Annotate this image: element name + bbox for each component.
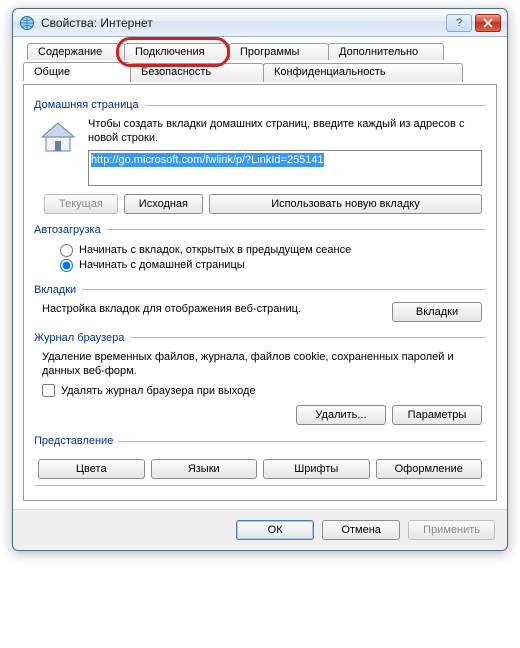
tab-advanced[interactable]: Дополнительно — [328, 43, 444, 60]
window-title: Свойства: Интернет — [41, 16, 443, 30]
group-home-page: Домашняя страница Чтобы со — [34, 99, 486, 216]
group-startup: Автозагрузка Начинать с вкладок, открыты… — [34, 224, 486, 276]
radio-start-last-session-label: Начинать с вкладок, открытых в предыдуще… — [79, 244, 351, 256]
tabs-desc: Настройка вкладок для отображения веб-ст… — [38, 302, 382, 316]
titlebar: Свойства: Интернет ? — [13, 9, 507, 37]
home-icon — [38, 117, 78, 157]
radio-start-home-input[interactable] — [60, 259, 73, 272]
chk-delete-on-exit[interactable]: Удалять журнал браузера при выходе — [38, 384, 482, 397]
home-url-input[interactable]: http://go.microsoft.com/fwlink/p/?LinkId… — [88, 150, 482, 186]
group-appearance: Представление Цвета Языки Шрифты Оформле… — [34, 435, 486, 481]
btn-accessibility[interactable]: Оформление — [376, 459, 483, 479]
radio-start-home[interactable]: Начинать с домашней страницы — [38, 259, 482, 272]
tab-strip: Содержание Подключения Программы Дополни… — [23, 43, 497, 85]
btn-cancel[interactable]: Отмена — [322, 520, 400, 540]
dialog-footer: ОК Отмена Применить — [13, 509, 507, 550]
group-history: Журнал браузера Удаление временных файло… — [34, 332, 486, 428]
btn-use-new-tab[interactable]: Использовать новую вкладку — [209, 194, 482, 214]
tab-privacy[interactable]: Конфиденциальность — [263, 63, 463, 82]
internet-options-icon — [19, 15, 35, 31]
group-title-startup: Автозагрузка — [34, 224, 107, 236]
btn-ok[interactable]: ОК — [236, 520, 314, 540]
btn-use-current: Текущая — [44, 194, 118, 214]
btn-fonts[interactable]: Шрифты — [263, 459, 370, 479]
group-title-home: Домашняя страница — [34, 99, 145, 111]
tab-general[interactable]: Общие — [23, 62, 131, 81]
group-tabs: Вкладки Настройка вкладок для отображени… — [34, 284, 486, 324]
internet-properties-dialog: Свойства: Интернет ? Содержание Подключе… — [12, 8, 508, 551]
tab-security[interactable]: Безопасность — [130, 63, 264, 82]
group-title-history: Журнал браузера — [34, 332, 130, 344]
chk-delete-on-exit-label: Удалять журнал браузера при выходе — [61, 385, 256, 397]
tab-content[interactable]: Содержание — [27, 43, 125, 60]
btn-colors[interactable]: Цвета — [38, 459, 145, 479]
tab-panel-general: Домашняя страница Чтобы со — [23, 84, 497, 501]
group-title-tabs: Вкладки — [34, 284, 82, 296]
tab-programs[interactable]: Программы — [229, 43, 329, 60]
home-url-value: http://go.microsoft.com/fwlink/p/?LinkId… — [91, 153, 324, 167]
radio-start-home-label: Начинать с домашней страницы — [79, 259, 245, 271]
tab-connections[interactable]: Подключения — [124, 43, 230, 60]
chk-delete-on-exit-input[interactable] — [42, 384, 55, 397]
history-desc: Удаление временных файлов, журнала, файл… — [38, 350, 482, 379]
home-desc: Чтобы создать вкладки домашних страниц, … — [88, 117, 482, 146]
btn-delete-history[interactable]: Удалить... — [296, 405, 386, 425]
btn-languages[interactable]: Языки — [151, 459, 258, 479]
radio-start-last-session-input[interactable] — [60, 244, 73, 257]
help-button[interactable]: ? — [446, 14, 472, 32]
btn-use-default[interactable]: Исходная — [124, 194, 203, 214]
client-area: Содержание Подключения Программы Дополни… — [13, 37, 507, 509]
group-title-appearance: Представление — [34, 435, 119, 447]
btn-tabs-settings[interactable]: Вкладки — [392, 302, 482, 322]
close-button[interactable] — [475, 14, 501, 32]
btn-history-settings[interactable]: Параметры — [392, 405, 482, 425]
radio-start-last-session[interactable]: Начинать с вкладок, открытых в предыдуще… — [38, 244, 482, 257]
btn-apply: Применить — [408, 520, 495, 540]
